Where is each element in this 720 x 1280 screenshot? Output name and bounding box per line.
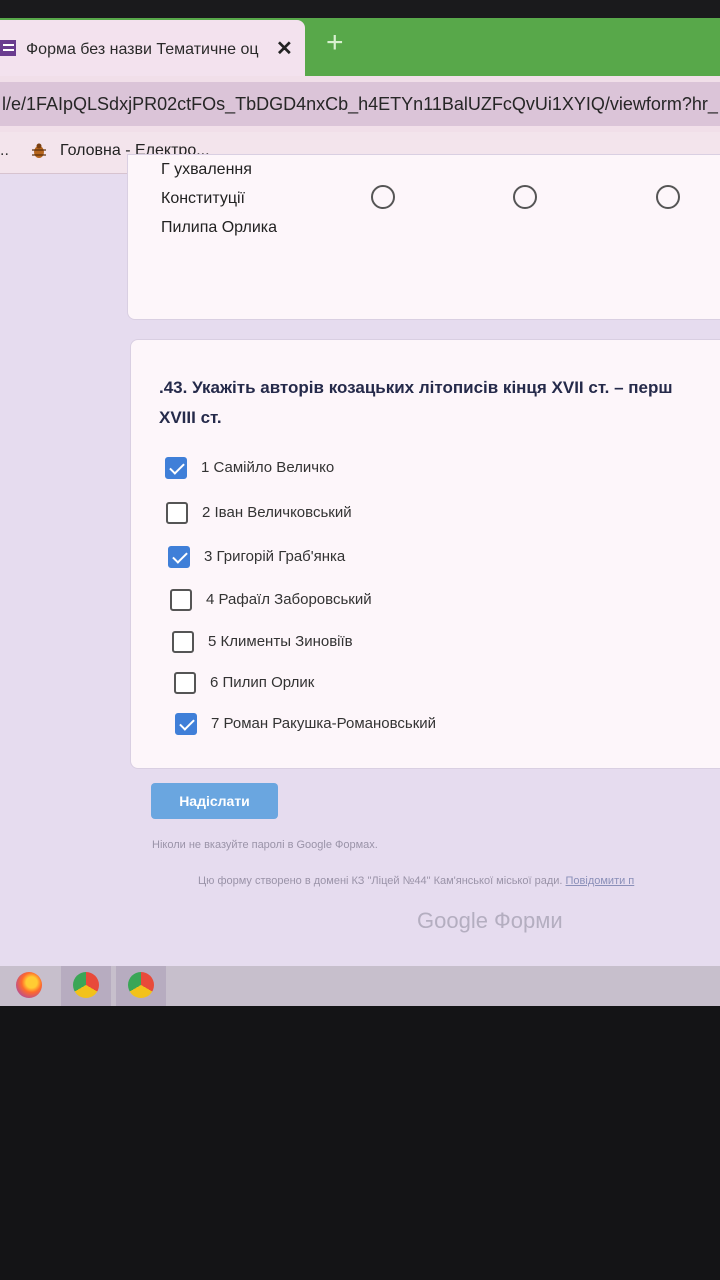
- option-line: Г ухвалення: [161, 161, 252, 178]
- checkbox[interactable]: [174, 672, 196, 694]
- option-label: 4 Рафаїл Заборовський: [206, 591, 372, 608]
- url-field[interactable]: l/e/1FAIpQLSdxjPR02ctFOs_TbDGD4nxCb_h4ET…: [0, 82, 720, 126]
- new-tab-icon[interactable]: +: [326, 28, 344, 58]
- google-forms-icon: [0, 40, 16, 56]
- checkbox-option[interactable]: 3 Григорій Граб'янка: [168, 546, 488, 574]
- form-page: Г ухвалення Конституції Пилипа Орлика .4…: [0, 154, 720, 966]
- option-label: 7 Роман Ракушка-Романовський: [211, 715, 437, 732]
- taskbar-firefox[interactable]: [4, 966, 54, 1006]
- option-label: 6 Пилип Орлик: [210, 674, 315, 691]
- tab-active[interactable]: Форма без назви Тематичне оц ✕: [0, 20, 305, 76]
- taskbar-chrome-1[interactable]: [61, 966, 111, 1006]
- report-abuse-link[interactable]: Повідомити п: [566, 875, 635, 887]
- checkbox[interactable]: [170, 589, 192, 611]
- checkbox[interactable]: [175, 713, 197, 735]
- radio-button[interactable]: [513, 185, 537, 209]
- taskbar-chrome-2[interactable]: [116, 966, 166, 1006]
- checkbox-option[interactable]: 7 Роман Ракушка-Романовський: [175, 713, 505, 741]
- radio-button[interactable]: [371, 185, 395, 209]
- checkbox-option[interactable]: 4 Рафаїл Заборовський: [170, 589, 490, 617]
- tab-title: Форма без назви Тематичне оц: [26, 41, 259, 58]
- form-domain-note: Цю форму створено в домені КЗ "Ліцей №44…: [198, 875, 634, 887]
- option-line: Пилипа Орлика: [161, 219, 278, 236]
- domain-note-text: Цю форму створено в домені КЗ "Ліцей №44…: [198, 875, 563, 887]
- taskbar: [0, 966, 720, 1006]
- google-forms-logo[interactable]: Google Форми: [417, 908, 563, 934]
- checkbox-option[interactable]: 5 Клименты Зиновіїв: [172, 631, 492, 659]
- close-tab-icon[interactable]: ✕: [276, 36, 293, 61]
- previous-question-card: Г ухвалення Конституції Пилипа Орлика: [127, 154, 720, 320]
- option-label: 2 Іван Величковський: [202, 504, 352, 521]
- option-label: 3 Григорій Граб'янка: [204, 548, 346, 565]
- checkbox[interactable]: [166, 502, 188, 524]
- address-bar: l/e/1FAIpQLSdxjPR02ctFOs_TbDGD4nxCb_h4ET…: [0, 76, 720, 132]
- screen-bezel: [0, 1006, 720, 1280]
- option-label: 1 Самійло Величко: [201, 459, 335, 476]
- checkbox[interactable]: [168, 546, 190, 568]
- chrome-icon: [128, 972, 154, 998]
- question-card: .43. Укажіть авторів козацьких літописів…: [130, 339, 720, 769]
- option-label: 5 Клименты Зиновіїв: [208, 633, 353, 650]
- checkbox-option[interactable]: 2 Іван Величковський: [166, 502, 486, 530]
- checkbox[interactable]: [165, 457, 187, 479]
- chrome-icon: [73, 972, 99, 998]
- url-text: l/e/1FAIpQLSdxjPR02ctFOs_TbDGD4nxCb_h4ET…: [2, 94, 718, 114]
- option-line: Конституції: [161, 190, 245, 207]
- bookmarks-overflow[interactable]: ..: [0, 142, 9, 160]
- bug-icon: [32, 143, 46, 158]
- checkbox[interactable]: [172, 631, 194, 653]
- question-title-line: .43. Укажіть авторів козацьких літописів…: [159, 378, 673, 397]
- checkbox-option[interactable]: 1 Самійло Величко: [165, 457, 485, 485]
- radio-button[interactable]: [656, 185, 680, 209]
- firefox-icon: [16, 972, 42, 998]
- submit-button[interactable]: Надіслати: [151, 783, 278, 819]
- checkbox-option[interactable]: 6 Пилип Орлик: [174, 672, 494, 700]
- question-title: .43. Укажіть авторів козацьких літописів…: [159, 373, 719, 433]
- question-title-line: XVIII ст.: [159, 408, 222, 427]
- password-warning: Ніколи не вказуйте паролі в Google Форма…: [152, 839, 378, 851]
